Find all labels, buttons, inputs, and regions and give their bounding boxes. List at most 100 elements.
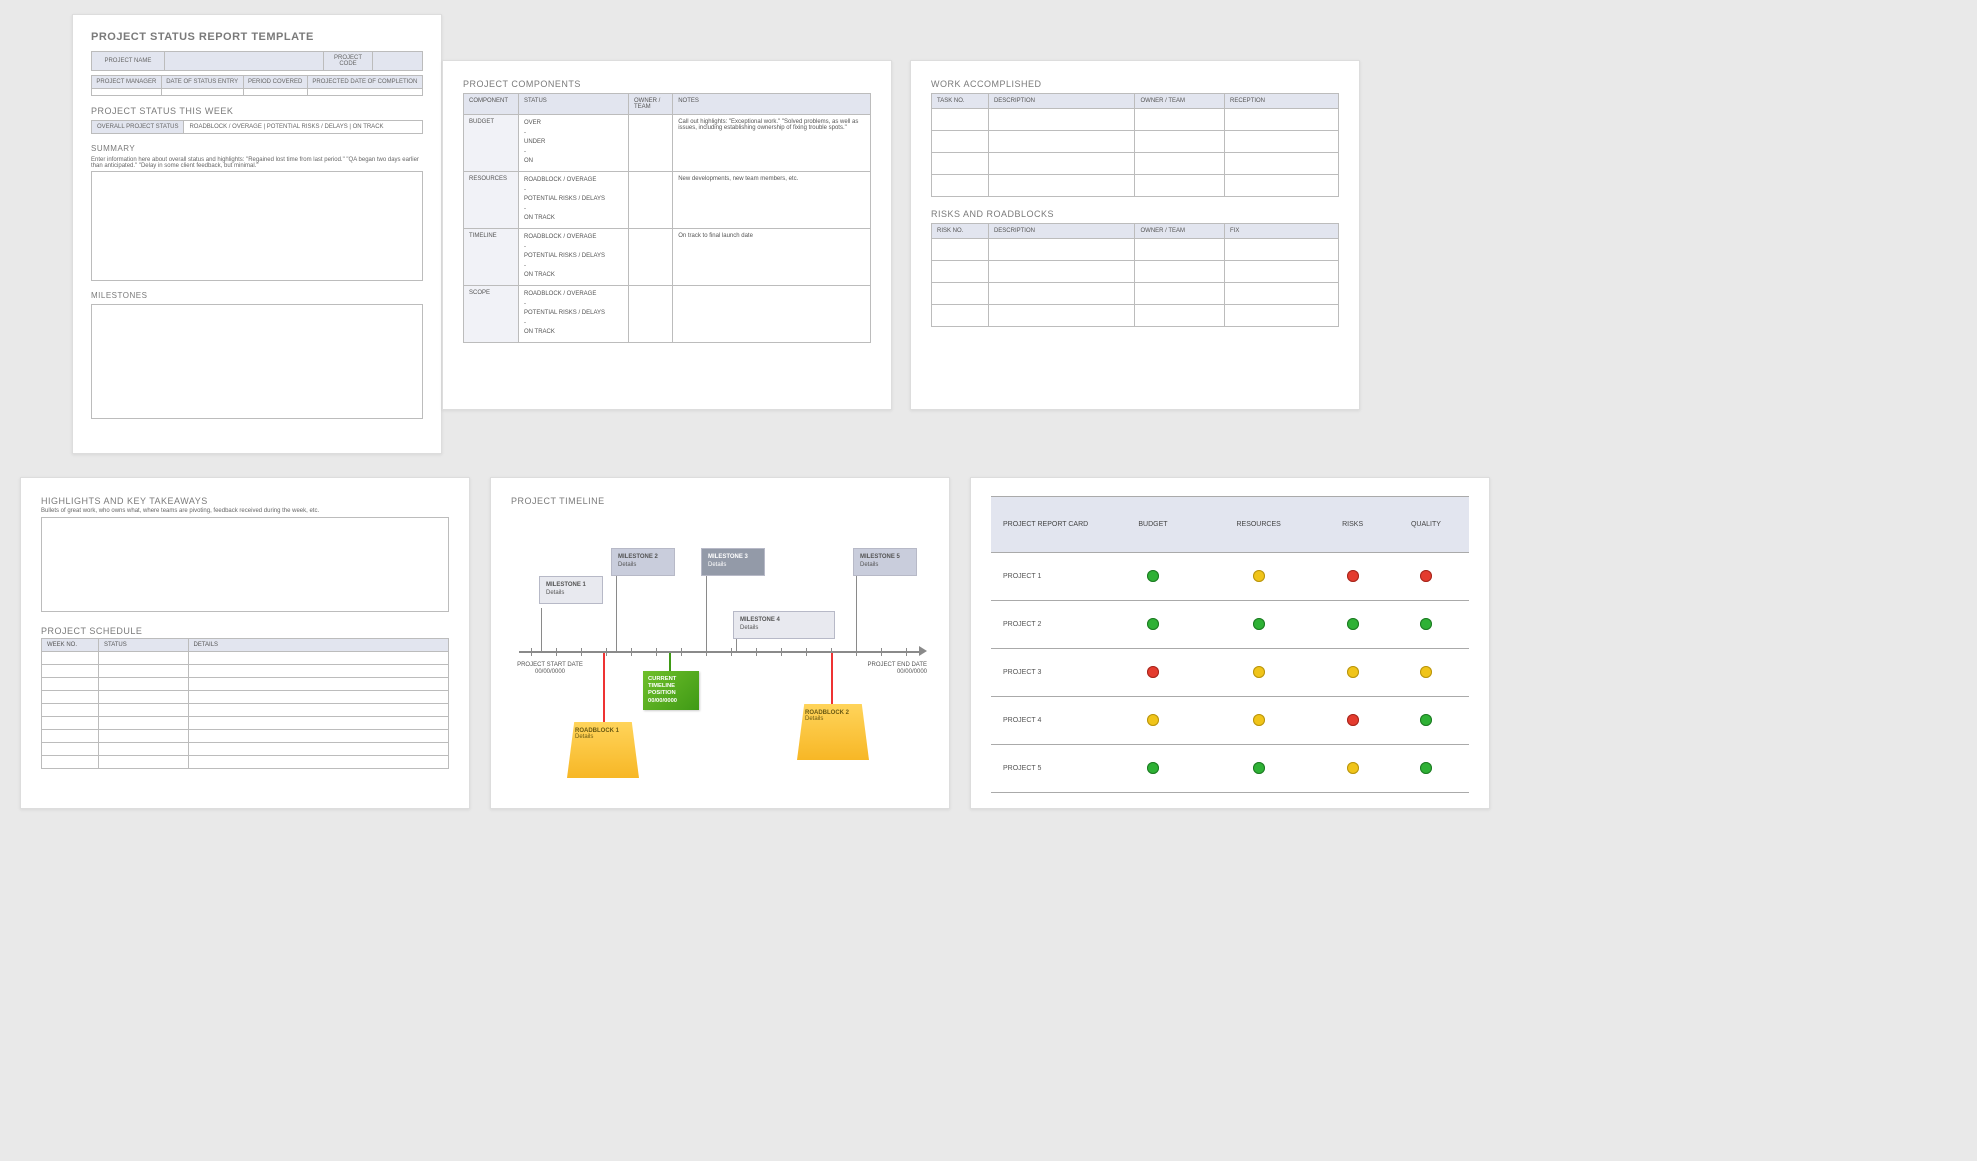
th: QUALITY	[1383, 497, 1469, 553]
risks-table: RISK NO. DESCRIPTION OWNER / TEAM FIX	[931, 223, 1339, 327]
cell	[188, 756, 449, 769]
cell	[1135, 239, 1225, 261]
page-title: PROJECT STATUS REPORT TEMPLATE	[91, 31, 423, 43]
cell	[42, 665, 99, 678]
page-report-card: PROJECT REPORT CARD BUDGET RESOURCES RIS…	[970, 477, 1490, 809]
milestone-box: MILESTONE 4 Details	[733, 611, 835, 639]
summary-hint: Enter information here about overall sta…	[91, 157, 423, 169]
owner-cell	[629, 285, 673, 342]
th: STATUS	[98, 639, 188, 652]
status-cell: ROADBLOCK / OVERAGE-POTENTIAL RISKS / DE…	[519, 228, 629, 285]
cell	[988, 175, 1135, 197]
status-bar-lead: OVERALL PROJECT STATUS	[92, 121, 184, 133]
status-dot-icon	[1420, 714, 1432, 726]
cell	[1135, 175, 1225, 197]
status-cell: ROADBLOCK / OVERAGE-POTENTIAL RISKS / DE…	[519, 285, 629, 342]
th: NOTES	[673, 94, 871, 115]
status-dot-icon	[1347, 570, 1359, 582]
th: RISK NO.	[932, 224, 989, 239]
status-dot-icon	[1253, 570, 1265, 582]
status-dot-icon	[1147, 570, 1159, 582]
cell	[1135, 153, 1225, 175]
current-stem	[669, 653, 671, 671]
status-cell: ROADBLOCK / OVERAGE-POTENTIAL RISKS / DE…	[519, 171, 629, 228]
milestone-title: MILESTONE 3	[708, 554, 748, 560]
label-project-name: PROJECT NAME	[92, 52, 165, 71]
cell	[1225, 153, 1339, 175]
cell	[98, 756, 188, 769]
cell	[188, 665, 449, 678]
hdr-period: PERIOD COVERED	[243, 76, 307, 89]
th: RESOURCES	[1195, 497, 1323, 553]
table-row	[932, 153, 1339, 175]
work-table: TASK NO. DESCRIPTION OWNER / TEAM RECEPT…	[931, 93, 1339, 197]
status-dot-icon	[1420, 618, 1432, 630]
cell	[932, 305, 989, 327]
table-row	[932, 283, 1339, 305]
row-label: SCOPE	[464, 285, 519, 342]
cell	[98, 730, 188, 743]
canvas: PROJECT STATUS REPORT TEMPLATE PROJECT N…	[0, 0, 1977, 1161]
status-cell	[1322, 745, 1382, 793]
cell	[98, 717, 188, 730]
th: BUDGET	[1111, 497, 1195, 553]
cell	[932, 239, 989, 261]
roadblock-stem	[831, 653, 833, 705]
status-dot-icon	[1253, 762, 1265, 774]
status-dot-icon	[1253, 618, 1265, 630]
milestone-box: MILESTONE 2 Details	[611, 548, 675, 576]
section-milestones: MILESTONES	[91, 291, 423, 300]
th: DESCRIPTION	[988, 224, 1135, 239]
milestone-detail: Details	[860, 562, 878, 568]
status-cell	[1111, 697, 1195, 745]
row-label: TIMELINE	[464, 228, 519, 285]
milestone-box: MILESTONE 5 Details	[853, 548, 917, 576]
field	[307, 89, 422, 96]
row-label: PROJECT 3	[991, 649, 1111, 697]
schedule-table: WEEK NO. STATUS DETAILS	[41, 638, 449, 769]
milestone-title: MILESTONE 4	[740, 617, 780, 623]
table-row: PROJECT 4	[991, 697, 1469, 745]
table-row	[932, 131, 1339, 153]
section-summary: SUMMARY	[91, 144, 423, 153]
cell	[188, 743, 449, 756]
cell	[932, 261, 989, 283]
status-dot-icon	[1347, 714, 1359, 726]
th: OWNER / TEAM	[1135, 94, 1225, 109]
status-cell	[1322, 553, 1382, 601]
status-dot-icon	[1147, 714, 1159, 726]
cell	[1135, 261, 1225, 283]
cell	[932, 283, 989, 305]
status-bar: OVERALL PROJECT STATUS ROADBLOCK / OVERA…	[91, 120, 423, 134]
cell	[42, 678, 99, 691]
milestone-detail: Details	[618, 562, 636, 568]
section-schedule: PROJECT SCHEDULE	[41, 626, 449, 636]
roadblock-box: ROADBLOCK 2Details	[797, 704, 869, 760]
field	[373, 52, 423, 71]
status-dot-icon	[1347, 618, 1359, 630]
status-cell	[1111, 649, 1195, 697]
cell	[988, 283, 1135, 305]
table-row	[42, 678, 449, 691]
report-card-table: PROJECT REPORT CARD BUDGET RESOURCES RIS…	[991, 496, 1469, 793]
cell	[42, 691, 99, 704]
status-cell	[1322, 649, 1382, 697]
cell	[188, 717, 449, 730]
section-work: WORK ACCOMPLISHED	[931, 79, 1339, 89]
project-manager-table: PROJECT MANAGER DATE OF STATUS ENTRY PER…	[91, 75, 423, 96]
table-row	[42, 704, 449, 717]
milestone-detail: Details	[708, 562, 726, 568]
status-dot-icon	[1253, 666, 1265, 678]
cell	[1135, 109, 1225, 131]
arrow-icon	[919, 646, 927, 656]
cell	[932, 153, 989, 175]
status-cell	[1383, 601, 1469, 649]
status-cell	[1322, 697, 1382, 745]
page-timeline: PROJECT TIMELINE MILESTONE 1 Details	[490, 477, 950, 809]
th: WEEK NO.	[42, 639, 99, 652]
table-row	[42, 730, 449, 743]
page-highlights: HIGHLIGHTS AND KEY TAKEAWAYS Bullets of …	[20, 477, 470, 809]
owner-cell	[629, 228, 673, 285]
table-row	[42, 756, 449, 769]
cell	[42, 756, 99, 769]
